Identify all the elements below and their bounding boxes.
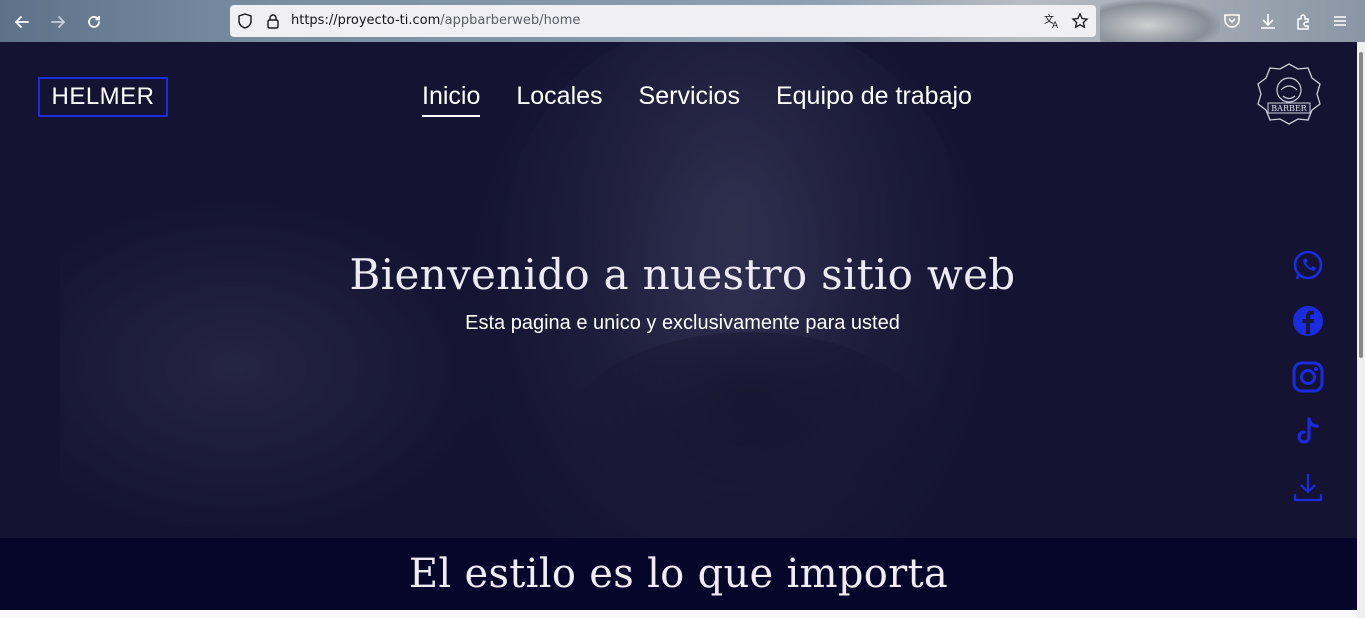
download-icon[interactable] <box>1258 11 1278 31</box>
hamburger-menu-icon[interactable] <box>1330 11 1350 31</box>
url-path: /appbarberweb/home <box>440 13 581 28</box>
tiktok-icon[interactable] <box>1291 415 1325 449</box>
scrollbar-thumb[interactable] <box>1359 52 1363 358</box>
tagline-band: El estilo es lo que importa <box>0 538 1357 610</box>
nav-link-locales[interactable]: Locales <box>516 82 602 117</box>
instagram-icon[interactable] <box>1291 360 1325 394</box>
nav-link-equipo[interactable]: Equipo de trabajo <box>776 82 972 117</box>
svg-text:A: A <box>1052 21 1059 30</box>
facebook-icon[interactable] <box>1291 304 1325 338</box>
url-text[interactable]: https://proyecto-ti.com/appbarberweb/hom… <box>291 13 580 28</box>
reload-icon[interactable] <box>81 9 107 35</box>
extensions-icon[interactable] <box>1294 11 1314 31</box>
lock-icon[interactable] <box>264 12 282 30</box>
logo-text: BARBER <box>1271 104 1307 113</box>
hero-title: Bienvenido a nuestro sitio web <box>349 250 1016 299</box>
main-nav: Inicio Locales Servicios Equipo de traba… <box>422 82 972 117</box>
hero-section: HELMER Inicio Locales Servicios Equipo d… <box>0 42 1357 538</box>
whatsapp-icon[interactable] <box>1291 249 1325 283</box>
forward-arrow-icon[interactable] <box>45 9 71 35</box>
translate-icon[interactable]: 文A <box>1043 12 1061 30</box>
nav-link-inicio[interactable]: Inicio <box>422 82 481 117</box>
tagline-text: El estilo es lo que importa <box>408 551 949 597</box>
url-host: https://proyecto-ti.com <box>291 13 441 28</box>
theme-decoration <box>1100 0 1220 42</box>
hero-subtitle: Esta pagina e unico y exclusivamente par… <box>465 312 900 334</box>
star-icon[interactable] <box>1071 12 1089 30</box>
shield-icon[interactable] <box>236 12 254 30</box>
download-icon[interactable] <box>1291 470 1325 504</box>
barber-logo-icon[interactable]: BARBER <box>1252 60 1326 134</box>
back-arrow-icon[interactable] <box>9 9 35 35</box>
page-content: HELMER Inicio Locales Servicios Equipo d… <box>0 42 1357 618</box>
page-scrollbar[interactable] <box>1357 42 1365 618</box>
brand-logo-text[interactable]: HELMER <box>38 77 168 117</box>
pocket-icon[interactable] <box>1222 11 1242 31</box>
nav-link-servicios[interactable]: Servicios <box>639 82 740 117</box>
browser-toolbar: https://proyecto-ti.com/appbarberweb/hom… <box>0 0 1365 42</box>
address-bar[interactable]: https://proyecto-ti.com/appbarberweb/hom… <box>230 5 1096 37</box>
